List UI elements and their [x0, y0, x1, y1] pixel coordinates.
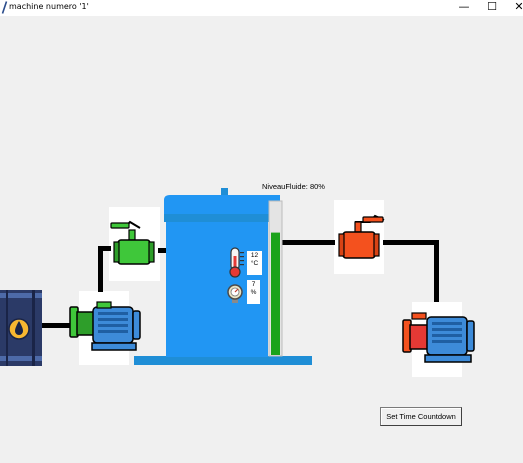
temperature-unit: °C — [250, 260, 259, 267]
process-diagram — [0, 188, 475, 366]
pressure-readout: 7 % — [247, 280, 260, 304]
fluid-level-gauge — [268, 200, 283, 357]
tank-icon — [134, 188, 312, 365]
green-valve-icon — [110, 220, 155, 265]
temperature-value: 12 — [250, 252, 259, 259]
red-pump-icon — [402, 312, 475, 363]
temperature-readout: 12 °C — [247, 251, 262, 275]
pressure-value: 7 — [251, 281, 256, 288]
green-pump-icon — [69, 301, 141, 351]
orange-valve-icon — [338, 214, 385, 259]
oil-barrel-icon — [0, 290, 42, 366]
fluid-level-label: NiveauFluide: 80% — [262, 182, 325, 191]
set-time-countdown-button[interactable]: Set Time Countdown — [380, 407, 462, 426]
pressure-unit: % — [250, 289, 257, 296]
